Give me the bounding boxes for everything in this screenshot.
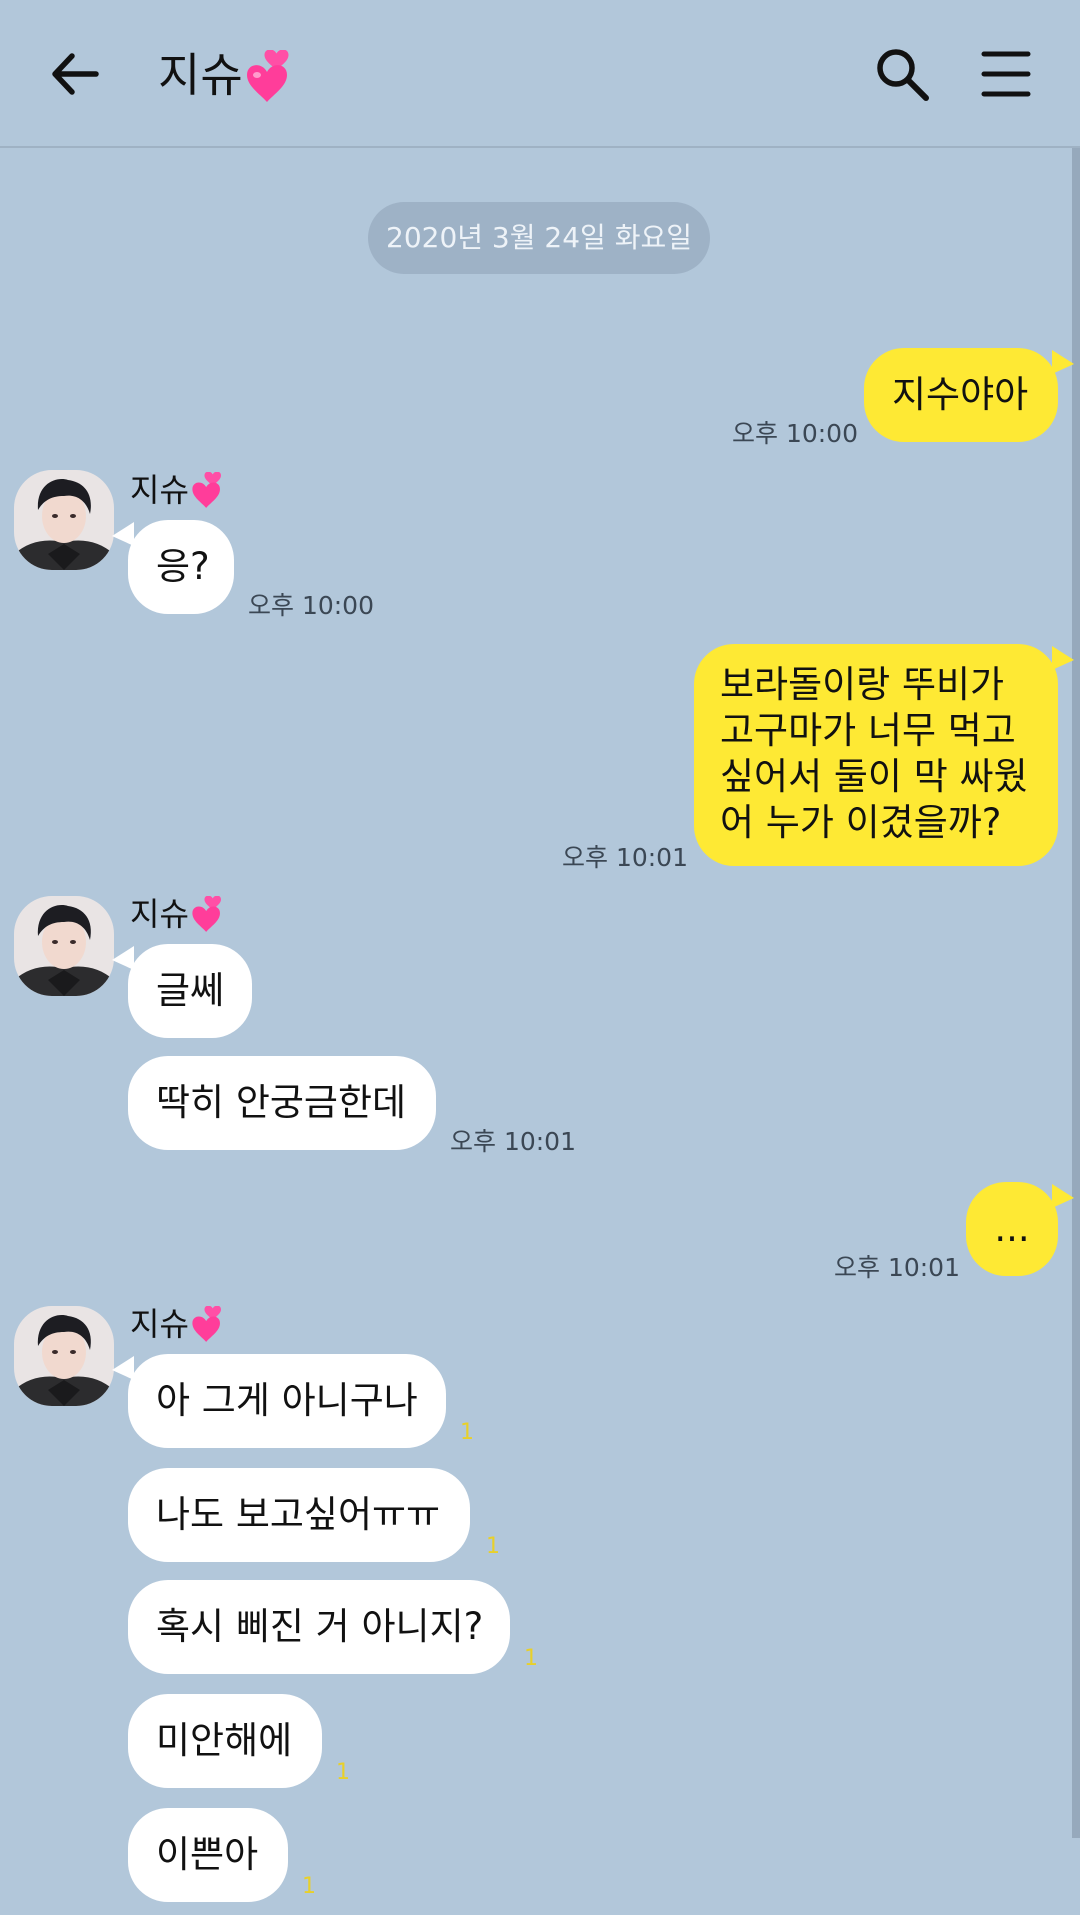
unread-count: 1 xyxy=(336,1760,350,1785)
message-time: 오후 10:00 xyxy=(248,591,374,620)
message-text: 글쎄 xyxy=(156,969,225,1012)
incoming-message-bubble[interactable]: 응? xyxy=(128,520,234,614)
search-button[interactable] xyxy=(872,44,934,106)
message-text: 딱히 안궁금한데 xyxy=(156,1081,407,1124)
two-hearts-icon xyxy=(192,472,221,508)
bubble-tail xyxy=(112,522,134,546)
bubble-tail xyxy=(1052,350,1074,374)
two-hearts-icon xyxy=(192,1306,221,1342)
message-time: 오후 10:00 xyxy=(732,419,858,448)
message-text: 미안해에 xyxy=(156,1719,293,1762)
arrow-left-icon xyxy=(52,53,99,95)
date-divider: 2020년 3월 24일 화요일 xyxy=(368,202,710,274)
outgoing-message-bubble[interactable]: 지수야아 xyxy=(864,348,1058,442)
sender-name: 지슈 xyxy=(130,894,233,936)
message-time: 오후 10:01 xyxy=(834,1253,960,1282)
profile-photo xyxy=(14,1306,114,1406)
chat-title-text: 지슈 xyxy=(158,48,243,102)
bubble-tail xyxy=(1052,646,1074,670)
incoming-message-bubble[interactable]: 딱히 안궁금한데 xyxy=(128,1056,436,1150)
chat-header: 지슈 xyxy=(0,0,1080,148)
two-hearts-icon xyxy=(192,896,221,932)
message-text: 혹시 삐진 거 아니지? xyxy=(156,1605,484,1648)
incoming-message-bubble[interactable]: 아 그게 아니구나 xyxy=(128,1354,446,1448)
message-text: 응? xyxy=(156,545,210,588)
message-text: 나도 보고싶어ㅠㅠ xyxy=(156,1493,441,1536)
message-time: 오후 10:01 xyxy=(562,843,688,872)
hamburger-menu-icon xyxy=(981,51,1031,97)
contact-avatar[interactable] xyxy=(14,470,114,570)
unread-count: 1 xyxy=(302,1874,316,1899)
bubble-tail xyxy=(112,1356,134,1380)
outgoing-message-bubble[interactable]: ... xyxy=(966,1182,1058,1276)
chat-title: 지슈 xyxy=(158,40,305,110)
incoming-message-bubble[interactable]: 나도 보고싶어ㅠㅠ xyxy=(128,1468,470,1562)
incoming-message-bubble[interactable]: 이쁜아 xyxy=(128,1808,288,1902)
message-line: 고구마가 너무 먹고 xyxy=(720,709,1016,752)
message-line: 어 누가 이겼을까? xyxy=(720,801,1002,844)
unread-count: 1 xyxy=(460,1420,474,1445)
unread-count: 1 xyxy=(524,1646,538,1671)
incoming-message-bubble[interactable]: 혹시 삐진 거 아니지? xyxy=(128,1580,510,1674)
message-line: 싶어서 둘이 막 싸웠 xyxy=(720,755,1028,798)
menu-button[interactable] xyxy=(978,46,1034,102)
sender-name-text: 지슈 xyxy=(130,471,189,509)
message-line: 보라돌이랑 뚜비가 xyxy=(720,663,1005,706)
message-text: 아 그게 아니구나 xyxy=(156,1379,418,1422)
scrollbar[interactable] xyxy=(1072,148,1080,1838)
profile-photo xyxy=(14,896,114,996)
sender-name: 지슈 xyxy=(130,470,233,512)
incoming-message-bubble[interactable]: 미안해에 xyxy=(128,1694,322,1788)
search-icon xyxy=(877,49,929,101)
outgoing-message-bubble[interactable]: 보라돌이랑 뚜비가 고구마가 너무 먹고 싶어서 둘이 막 싸웠 어 누가 이겼… xyxy=(694,644,1058,866)
sender-name: 지슈 xyxy=(130,1304,233,1346)
incoming-message-bubble[interactable]: 글쎄 xyxy=(128,944,252,1038)
contact-avatar[interactable] xyxy=(14,896,114,996)
chat-screen: 지슈 2020년 3월 24일 화요일 지수야아 오후 10:00 지슈 응? … xyxy=(0,0,1080,1915)
contact-avatar[interactable] xyxy=(14,1306,114,1406)
message-text: 지수야아 xyxy=(892,373,1029,416)
sender-name-text: 지슈 xyxy=(130,1305,189,1343)
bubble-tail xyxy=(1052,1184,1074,1208)
two-hearts-icon xyxy=(246,49,289,102)
sender-name-text: 지슈 xyxy=(130,895,189,933)
bubble-tail xyxy=(112,946,134,970)
message-text: 이쁜아 xyxy=(156,1833,259,1876)
message-text: ... xyxy=(994,1207,1030,1250)
profile-photo xyxy=(14,470,114,570)
back-button[interactable] xyxy=(46,44,106,104)
unread-count: 1 xyxy=(486,1534,500,1559)
message-time: 오후 10:01 xyxy=(450,1127,576,1156)
